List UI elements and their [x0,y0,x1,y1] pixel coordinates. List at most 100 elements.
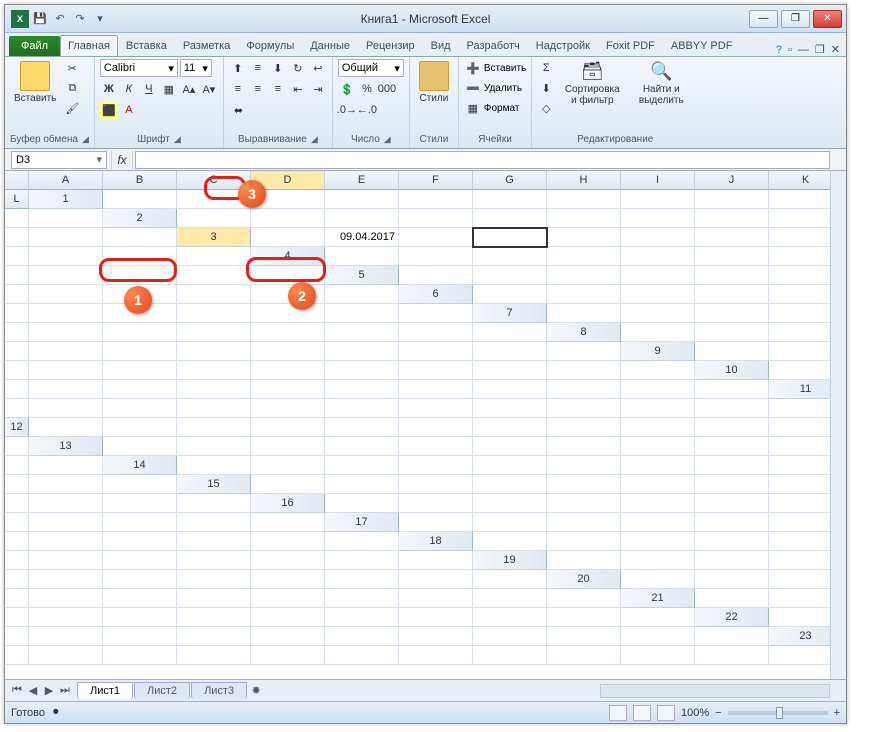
macro-record-icon[interactable]: ⏺ [53,706,59,719]
doc-close-icon[interactable]: ✕ [831,43,840,56]
cell-F21[interactable] [177,608,251,627]
cell-B6[interactable] [547,285,621,304]
cell-B5[interactable] [473,266,547,285]
cell-I23[interactable] [547,646,621,665]
cell-K17[interactable] [251,532,325,551]
qat-save-icon[interactable]: 💾 [31,10,49,28]
cell-C23[interactable] [103,646,177,665]
font-size-combo[interactable]: 11▾ [180,59,212,77]
row-header[interactable]: 16 [251,494,325,513]
tab-data[interactable]: Данные [302,35,358,56]
name-box[interactable]: D3▾ [11,151,107,169]
cell-E11[interactable] [251,399,325,418]
cell-L14[interactable] [103,475,177,494]
cell-A4[interactable] [325,247,399,266]
font-name-combo[interactable]: Calibri▾ [100,59,178,77]
row-header[interactable]: 10 [695,361,769,380]
cell-E23[interactable] [251,646,325,665]
cell-H21[interactable] [325,608,399,627]
cell-H22[interactable] [399,627,473,646]
cell-K8[interactable] [473,342,547,361]
align-left-icon[interactable]: ≡ [229,80,247,98]
cell-J22[interactable] [547,627,621,646]
cell-H5[interactable] [29,285,103,304]
cell-A5[interactable] [399,266,473,285]
sheet-tab-3[interactable]: Лист3 [191,682,247,699]
cell-A20[interactable] [621,570,695,589]
row-header[interactable]: 13 [29,437,103,456]
cell-B19[interactable] [621,551,695,570]
cell-A11[interactable] [5,399,29,418]
cell-I20[interactable] [325,589,399,608]
cell-D14[interactable] [399,456,473,475]
cell-B11[interactable] [29,399,103,418]
cell-F22[interactable] [251,627,325,646]
cell-A14[interactable] [177,456,251,475]
cell-B12[interactable] [103,418,177,437]
decrease-decimal-icon[interactable]: ←.0 [358,101,376,119]
cell-H10[interactable] [399,380,473,399]
row-header[interactable]: 6 [399,285,473,304]
align-center-icon[interactable]: ≡ [249,80,267,98]
doc-restore-icon[interactable]: ❐ [815,43,825,56]
number-launcher-icon[interactable]: ◢ [384,134,391,145]
cell-E22[interactable] [177,627,251,646]
cell-L19[interactable] [473,570,547,589]
cell-B20[interactable] [695,570,769,589]
new-sheet-icon[interactable]: ✸ [248,683,264,699]
cell-L10[interactable] [695,380,769,399]
tab-review[interactable]: Рецензир [358,35,423,56]
cell-H19[interactable] [177,570,251,589]
cell-D11[interactable] [177,399,251,418]
cell-A3[interactable] [251,228,325,247]
cell-I7[interactable] [251,323,325,342]
cell-C15[interactable] [399,475,473,494]
cell-K21[interactable] [547,608,621,627]
cell-D20[interactable] [5,589,29,608]
find-select-button[interactable]: 🔍 Найти и выделить [629,59,693,108]
row-header[interactable]: 17 [325,513,399,532]
tab-view[interactable]: Вид [423,35,459,56]
merge-center-icon[interactable]: ⬌ [229,101,248,119]
cell-J17[interactable] [177,532,251,551]
tab-developer[interactable]: Разработч [459,35,528,56]
cell-F2[interactable] [547,209,621,228]
cell-C7[interactable] [695,304,769,323]
cell-J4[interactable] [103,266,177,285]
cell-D21[interactable] [29,608,103,627]
cell-E21[interactable] [103,608,177,627]
qat-undo-icon[interactable]: ↶ [51,10,69,28]
sheet-nav-prev-icon[interactable]: ◀ [25,683,41,699]
align-middle-icon[interactable]: ≡ [249,59,267,77]
cell-D15[interactable] [473,475,547,494]
cell-L22[interactable] [695,627,769,646]
cell-K22[interactable] [621,627,695,646]
cell-F19[interactable] [29,570,103,589]
cell-K10[interactable] [621,380,695,399]
cell-B10[interactable] [5,380,29,399]
row-header[interactable]: 3 [177,228,251,247]
cell-F11[interactable] [325,399,399,418]
row-header[interactable]: 14 [103,456,177,475]
cell-G19[interactable] [103,570,177,589]
column-header[interactable]: F [399,171,473,190]
cell-A17[interactable] [399,513,473,532]
row-header[interactable]: 8 [547,323,621,342]
column-header[interactable]: L [5,190,29,209]
bold-button[interactable]: Ж [100,80,118,98]
cell-F8[interactable] [103,342,177,361]
cell-D23[interactable] [177,646,251,665]
percent-icon[interactable]: % [358,80,376,98]
cell-D17[interactable] [621,513,695,532]
cell-C4[interactable] [473,247,547,266]
increase-decimal-icon[interactable]: .0→ [338,101,356,119]
cell-L6[interactable] [399,304,473,323]
cell-K11[interactable] [695,399,769,418]
row-header[interactable]: 2 [103,209,177,228]
format-cells-button[interactable]: ▦Формат [464,99,520,117]
zoom-slider[interactable] [728,711,828,715]
cell-D10[interactable] [103,380,177,399]
cell-D6[interactable] [695,285,769,304]
cell-I18[interactable] [177,551,251,570]
cell-K15[interactable] [103,494,177,513]
